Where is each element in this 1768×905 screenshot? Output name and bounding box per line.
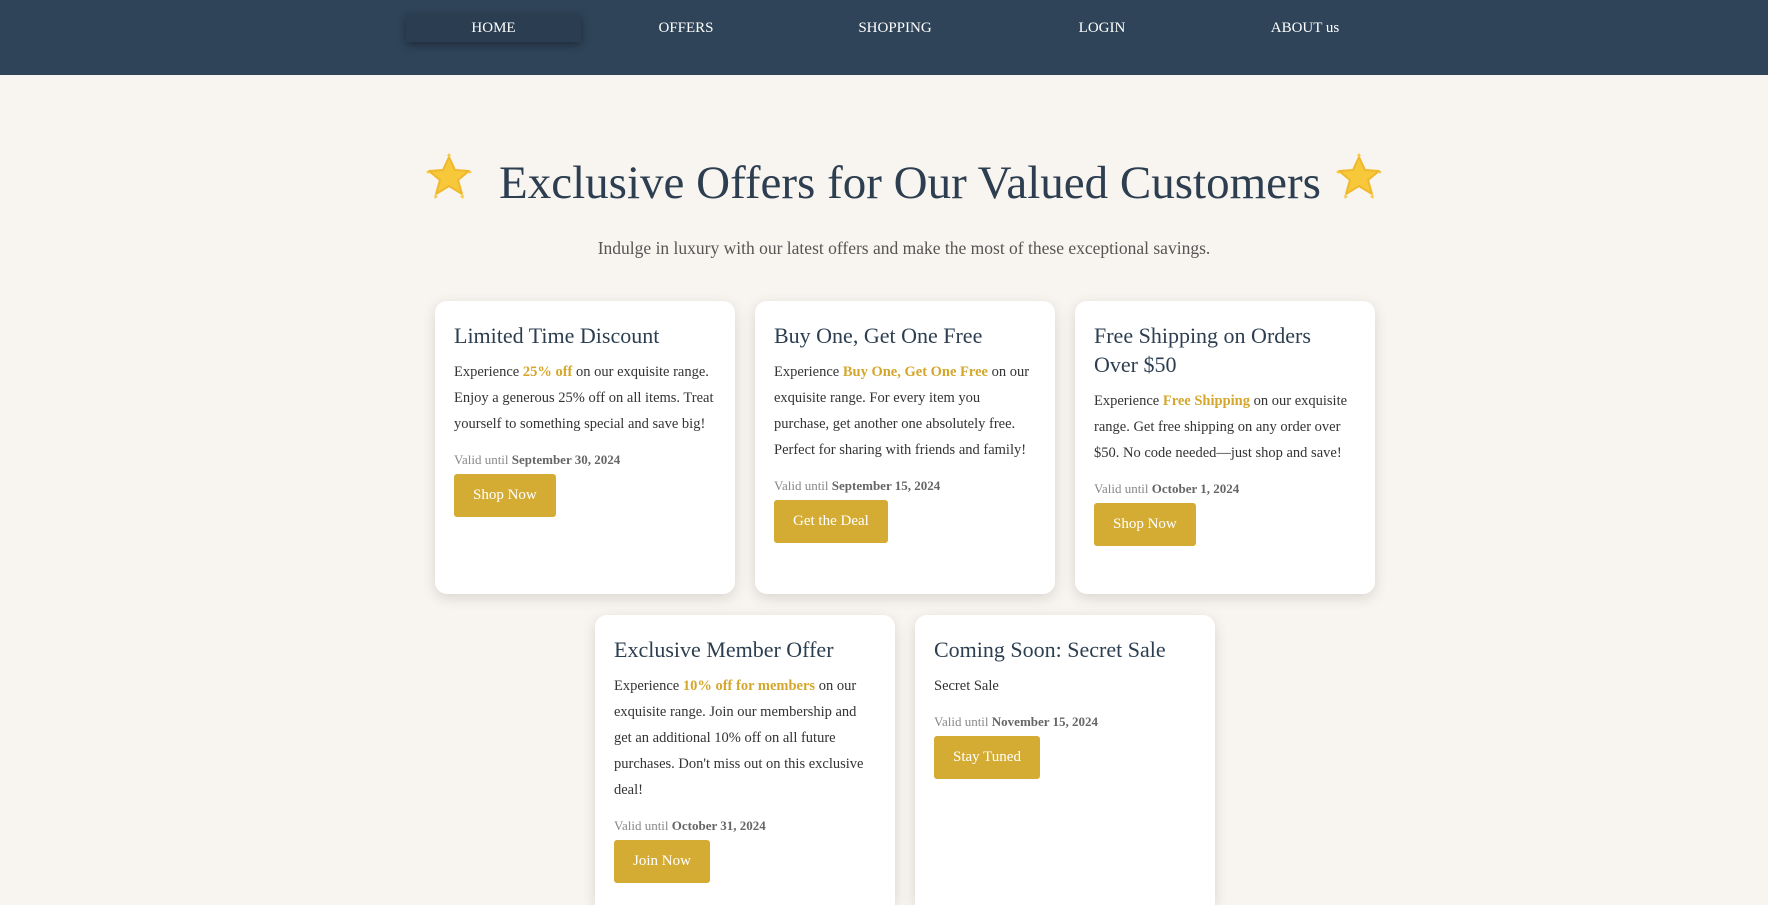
top-navbar: HOME OFFERS SHOPPING LOGIN ABOUT us <box>0 0 1768 75</box>
nav-shopping[interactable]: SHOPPING <box>820 14 970 42</box>
offer-highlight: Buy One, Get One Free <box>842 364 988 380</box>
offer-valid-date: September 15, 2024 <box>831 478 941 493</box>
get-the-deal-button[interactable]: Get the Deal <box>774 500 888 543</box>
glowing-star-icon <box>426 153 472 199</box>
offer-description: Experience 10% off for members on our ex… <box>614 678 864 798</box>
offer-highlight: 10% off for members <box>682 678 816 694</box>
offer-card-member: Exclusive Member Offer Experience 10% of… <box>595 615 895 905</box>
offer-validity: Valid until October 31, 2024 <box>614 818 766 833</box>
nav-offers[interactable]: OFFERS <box>616 14 756 42</box>
glowing-star-icon <box>1336 153 1382 199</box>
nav-about[interactable]: ABOUT us <box>1245 14 1365 42</box>
offer-validity: Valid until September 15, 2024 <box>774 478 941 493</box>
offer-title: Exclusive Member Offer <box>614 637 834 662</box>
offer-validity: Valid until September 30, 2024 <box>454 452 621 467</box>
stay-tuned-button[interactable]: Stay Tuned <box>934 736 1040 779</box>
offer-card-secret-sale: Coming Soon: Secret Sale Secret Sale Val… <box>915 615 1215 905</box>
join-now-button[interactable]: Join Now <box>614 840 710 883</box>
offer-title: Limited Time Discount <box>454 323 660 348</box>
offer-validity: Valid until October 1, 2024 <box>1094 481 1240 496</box>
offer-valid-date: October 1, 2024 <box>1151 481 1240 496</box>
nav-home[interactable]: HOME <box>406 14 581 42</box>
offer-description: Secret Sale <box>934 678 999 694</box>
offer-description: Experience Buy One, Get One Free on our … <box>774 364 1030 458</box>
page-subtitle: Indulge in luxury with our latest offers… <box>597 238 1211 258</box>
shop-now-button[interactable]: Shop Now <box>1094 503 1196 546</box>
offer-validity: Valid until November 15, 2024 <box>934 714 1099 729</box>
offer-card-bogo: Buy One, Get One Free Experience Buy One… <box>755 301 1055 594</box>
shop-now-button[interactable]: Shop Now <box>454 474 556 517</box>
offer-valid-date: November 15, 2024 <box>991 714 1099 729</box>
offer-title: Coming Soon: Secret Sale <box>934 637 1166 662</box>
offer-description: Experience 25% off on our exquisite rang… <box>454 364 714 432</box>
offer-title: Free Shipping on Orders Over $50 <box>1094 323 1311 377</box>
page-title: Exclusive Offers for Our Valued Customer… <box>499 157 1321 209</box>
offer-highlight: Free Shipping <box>1162 393 1250 409</box>
offer-card-discount: Limited Time Discount Experience 25% off… <box>435 301 735 594</box>
offer-valid-date: October 31, 2024 <box>671 818 766 833</box>
offer-highlight: 25% off <box>522 364 573 380</box>
offer-description: Experience Free Shipping on our exquisit… <box>1094 393 1348 461</box>
offer-title: Buy One, Get One Free <box>774 323 983 348</box>
offer-valid-date: September 30, 2024 <box>511 452 621 467</box>
offer-card-free-shipping: Free Shipping on Orders Over $50 Experie… <box>1075 301 1375 594</box>
nav-login[interactable]: LOGIN <box>1042 14 1162 42</box>
